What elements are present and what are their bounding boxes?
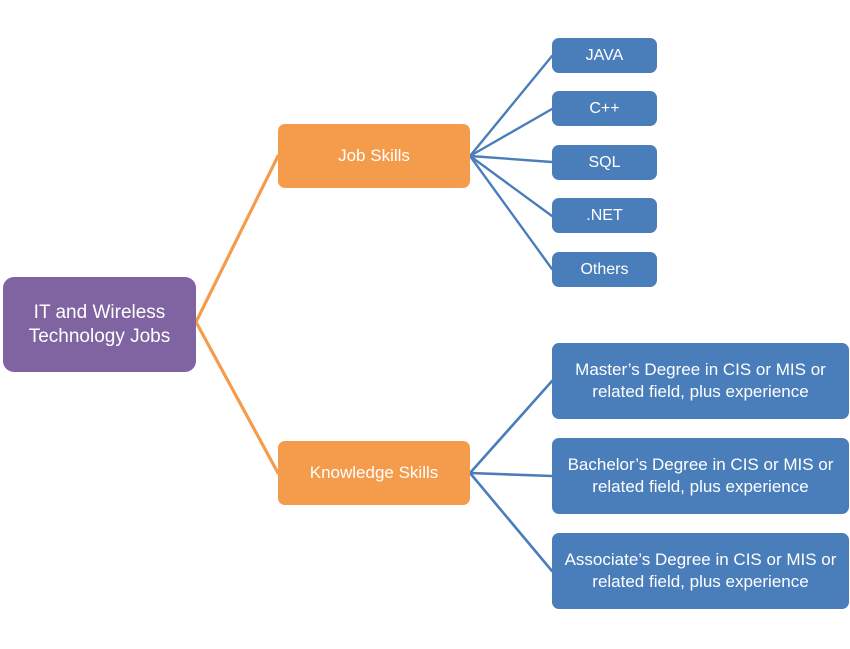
- node-skill-cpp-label: C++: [589, 99, 620, 117]
- node-skill-sql[interactable]: SQL: [552, 145, 657, 180]
- connector-root-to-job-skills: [194, 154, 280, 324]
- node-knowledge-skills-label: Knowledge Skills: [309, 462, 439, 482]
- node-knowledge-masters-label: Master’s Degree in CIS or MIS or related…: [575, 359, 826, 401]
- connector-job-skills-to-dotnet: [468, 154, 554, 218]
- node-skill-dotnet[interactable]: .NET: [552, 198, 657, 233]
- node-knowledge-bachelors-label: Bachelor’s Degree in CIS or MIS or relat…: [567, 454, 834, 496]
- connector-job-skills-to-sql: [468, 154, 554, 164]
- node-knowledge-masters[interactable]: Master’s Degree in CIS or MIS or related…: [552, 343, 849, 419]
- node-root-label: IT and Wireless Technology Jobs: [28, 302, 171, 347]
- node-skill-others[interactable]: Others: [552, 252, 657, 287]
- diagram-canvas: IT and Wireless Technology Jobs Job Skil…: [0, 0, 850, 649]
- node-skill-java[interactable]: JAVA: [552, 38, 657, 73]
- node-knowledge-associates[interactable]: Associate’s Degree in CIS or MIS or rela…: [552, 533, 849, 609]
- connector-root-to-knowledge-skills: [194, 320, 280, 475]
- node-knowledge-bachelors[interactable]: Bachelor’s Degree in CIS or MIS or relat…: [552, 438, 849, 514]
- connector-job-skills-to-java: [468, 54, 554, 158]
- connector-knowledge-skills-to-associates: [468, 471, 554, 573]
- node-knowledge-associates-label: Associate’s Degree in CIS or MIS or rela…: [564, 549, 837, 591]
- job-skill-connectors: [468, 54, 554, 271]
- node-skill-dotnet-label: .NET: [586, 206, 623, 224]
- connector-knowledge-skills-to-masters: [468, 379, 554, 475]
- node-job-skills[interactable]: Job Skills: [278, 124, 470, 188]
- node-knowledge-skills[interactable]: Knowledge Skills: [278, 441, 470, 505]
- node-skill-others-label: Others: [580, 260, 629, 278]
- connector-job-skills-to-cpp: [468, 107, 554, 158]
- knowledge-skill-connectors: [468, 379, 554, 573]
- connector-job-skills-to-others: [468, 154, 554, 271]
- connector-knowledge-skills-to-bachelors: [468, 471, 554, 478]
- node-skill-sql-label: SQL: [588, 153, 621, 171]
- node-skill-cpp[interactable]: C++: [552, 91, 657, 126]
- node-job-skills-label: Job Skills: [338, 145, 410, 165]
- node-root[interactable]: IT and Wireless Technology Jobs: [3, 277, 196, 372]
- node-skill-java-label: JAVA: [585, 46, 624, 64]
- root-connectors: [194, 154, 280, 475]
